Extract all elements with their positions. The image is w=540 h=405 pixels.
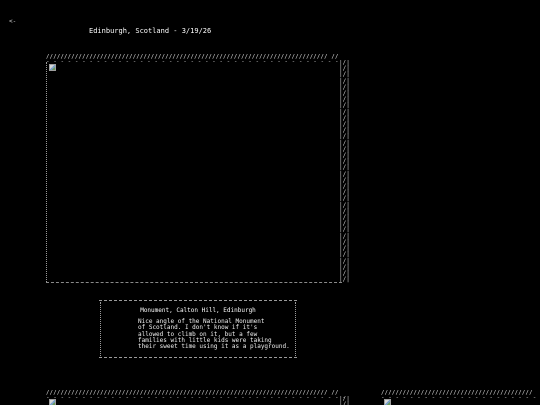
caption-top-border: [99, 300, 297, 302]
frame-dash-border: - - - - - - - - - - - - - - - - - - - - …: [46, 60, 339, 64]
caption-box: Monument, Calton Hill, Edinburgh Nice an…: [99, 298, 297, 360]
next-photo-frame: ////////////////////////////////////////…: [381, 390, 540, 405]
frame-dash-border: - - - - - - - - - - - - - - - - - - - - …: [46, 396, 349, 400]
caption-body: Nice angle of the National Monument of S…: [138, 318, 290, 351]
caption-bottom-border: [99, 357, 297, 359]
page-title: Edinburgh, Scotland - 3/19/26: [89, 27, 212, 35]
broken-image-icon[interactable]: [49, 399, 56, 405]
broken-image-icon[interactable]: [49, 64, 56, 71]
frame-dash-border: - - - - - - - - - - - - - - - - - - - - …: [381, 396, 537, 400]
frame-bottom-border: [46, 282, 342, 287]
frame-right-border: |/| |/|: [339, 396, 349, 405]
frame-right-border: |/| |/| |/| |/| |/| |/| |/| |/| |/| |/| …: [339, 60, 349, 284]
caption-title: Monument, Calton Hill, Edinburgh: [140, 307, 256, 314]
next-photo-frame: ////////////////////////////////////////…: [46, 390, 349, 405]
photo-frame: ////////////////////////////////////////…: [46, 54, 349, 286]
back-link[interactable]: <-: [9, 18, 16, 26]
frame-left-border: [46, 62, 50, 282]
broken-image-icon[interactable]: [384, 399, 391, 405]
